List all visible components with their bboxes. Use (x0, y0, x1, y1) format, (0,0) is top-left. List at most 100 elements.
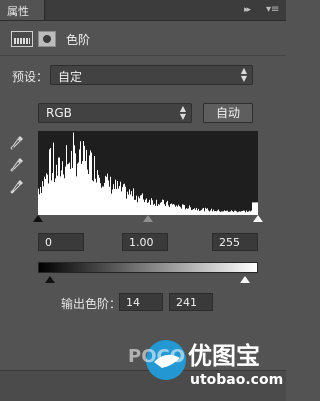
histogram-bar (206, 208, 207, 215)
histogram-bar (155, 205, 156, 215)
histogram-bar (151, 198, 152, 215)
histogram-bar (84, 145, 85, 215)
output-gradient-bar (38, 262, 258, 273)
histogram-graph (38, 132, 258, 215)
histogram-bar (166, 202, 167, 215)
histogram-bar (169, 206, 170, 215)
histogram-bar (109, 186, 110, 215)
histogram-bar (244, 210, 245, 215)
histogram-bar (239, 211, 240, 215)
histogram-bar (157, 206, 158, 215)
histogram-bar (202, 208, 203, 215)
histogram-bar (99, 177, 100, 215)
input-black-field[interactable]: 0 (38, 233, 84, 251)
input-gamma-field[interactable]: 1.00 (122, 233, 168, 251)
histogram-bar (203, 207, 204, 215)
histogram-bar (143, 199, 144, 215)
output-white-field[interactable]: 241 (169, 293, 213, 311)
input-white-slider[interactable] (253, 215, 263, 222)
histogram-bar (224, 210, 225, 215)
histogram-bar (141, 194, 142, 215)
histogram-bar (97, 169, 98, 215)
histogram-bar (93, 181, 94, 215)
histogram-bar (86, 149, 87, 215)
histogram-bar (71, 150, 72, 215)
properties-panel: 属性 ▸▸ ▾≡ 色阶 预设： 自定 ▲▼ RGB ▲▼ 自动 0 1.00 (0, 0, 286, 401)
histogram-bar (133, 188, 134, 215)
histogram-bar (174, 204, 175, 215)
histogram-bar (220, 211, 221, 215)
histogram-bar (124, 183, 125, 215)
black-eyedropper-icon[interactable] (10, 135, 24, 151)
histogram-bar (190, 207, 191, 215)
histogram-bar (165, 205, 166, 215)
channel-select[interactable]: RGB ▲ ▼ (38, 103, 192, 123)
histogram-bar (178, 204, 179, 215)
histogram-bar (208, 210, 209, 215)
input-black-slider[interactable] (33, 215, 43, 222)
histogram-bar (240, 211, 241, 215)
white-eyedropper-icon[interactable] (10, 179, 24, 195)
output-white-slider[interactable] (240, 276, 250, 283)
histogram-bar (188, 208, 189, 215)
levels-adjustment-icon[interactable] (11, 31, 33, 47)
tab-properties-label: 属性 (7, 5, 29, 18)
histogram-bar (187, 208, 188, 215)
layer-mask-icon[interactable] (38, 31, 56, 47)
histogram-bar (236, 211, 237, 215)
histogram-bar (77, 163, 78, 215)
histogram-bar (254, 202, 255, 215)
histogram-bar (245, 212, 246, 215)
panel-menu-icon[interactable]: ▾≡ (266, 4, 279, 15)
histogram-bar (63, 174, 64, 215)
histogram-bar (113, 184, 114, 215)
histogram-bar (69, 162, 70, 215)
histogram-bar (213, 209, 214, 215)
histogram-bar (152, 200, 153, 215)
histogram-bar (161, 201, 162, 215)
histogram-bar (170, 203, 171, 215)
tab-properties[interactable]: 属性 (0, 0, 45, 20)
histogram-bar (156, 199, 157, 215)
collapse-panel-icon[interactable]: ▸▸ (244, 5, 251, 15)
histogram-bar (126, 198, 127, 215)
histogram-bar (181, 208, 182, 215)
channel-value: RGB (46, 106, 72, 120)
histogram-bar (117, 180, 118, 215)
watermark-url: utobao.com (190, 372, 283, 388)
histogram-bar (121, 191, 122, 215)
auto-button[interactable]: 自动 (203, 103, 253, 123)
histogram-bar (184, 205, 185, 215)
histogram-bar (233, 211, 234, 215)
histogram-bar (194, 208, 195, 215)
histogram-bar (168, 205, 169, 215)
histogram-bar (139, 198, 140, 215)
histogram-bar (159, 204, 160, 215)
histogram-bar (80, 141, 81, 215)
histogram-bar (248, 211, 249, 215)
histogram-bar (76, 176, 77, 215)
histogram-bar (57, 175, 58, 215)
histogram-bar (48, 183, 49, 215)
histogram-bar (212, 211, 213, 215)
input-white-field[interactable]: 255 (212, 233, 258, 251)
histogram-bar (52, 172, 53, 215)
histogram-bar (78, 162, 79, 215)
output-black-slider[interactable] (45, 276, 55, 283)
histogram-bar (75, 153, 76, 215)
histogram-bar (228, 211, 229, 215)
histogram-bar (67, 164, 68, 215)
histogram-bar (98, 174, 99, 215)
histogram-bar (44, 176, 45, 215)
histogram-bar (47, 174, 48, 215)
histogram-bar (56, 164, 57, 215)
histogram-bar (138, 196, 139, 215)
preset-select[interactable]: 自定 ▲ ▼ (50, 65, 253, 85)
histogram-bar (64, 178, 65, 215)
watermark: POCO 优图宝 utobao.com (126, 332, 286, 392)
histogram-bar (116, 189, 117, 215)
input-gamma-slider[interactable] (143, 215, 153, 222)
gray-eyedropper-icon[interactable] (10, 157, 24, 173)
output-black-field[interactable]: 14 (119, 293, 163, 311)
preset-label: 预设： (12, 70, 49, 84)
